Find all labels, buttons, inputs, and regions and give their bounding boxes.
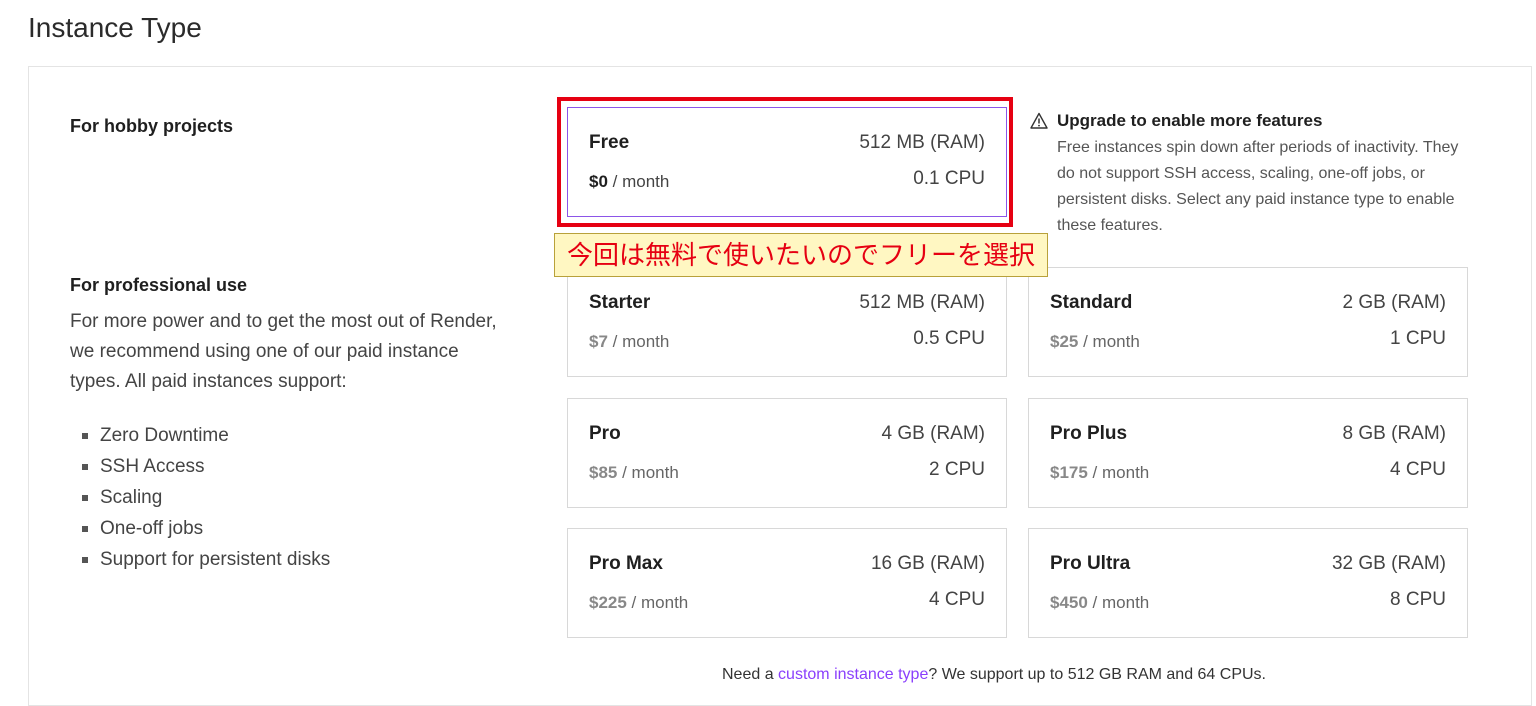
- instance-price: $85 / month: [589, 463, 679, 483]
- instance-cpu: 4 CPU: [929, 589, 985, 610]
- instance-name: Pro: [589, 423, 621, 444]
- instance-price: $225 / month: [589, 593, 688, 613]
- instance-price: $7 / month: [589, 332, 669, 352]
- instance-ram: 4 GB (RAM): [881, 423, 985, 444]
- instance-ram: 32 GB (RAM): [1331, 553, 1446, 574]
- instance-cpu: 8 CPU: [1390, 589, 1446, 610]
- price-amount: $175: [1050, 463, 1088, 482]
- warning-triangle-icon: [1030, 112, 1048, 129]
- instance-ram: 512 MB (RAM): [859, 292, 985, 313]
- instance-card-pro-max[interactable]: Pro Max 16 GB (RAM) $225 / month 4 CPU: [567, 528, 1007, 638]
- instance-name: Standard: [1050, 292, 1133, 313]
- hobby-section-title: For hobby projects: [70, 116, 234, 136]
- instance-name: Starter: [589, 292, 651, 313]
- price-period: / month: [607, 332, 670, 351]
- instance-name: Pro Plus: [1050, 423, 1128, 444]
- feature-item: Support for persistent disks: [82, 544, 330, 575]
- instance-card-pro-ultra[interactable]: Pro Ultra 32 GB (RAM) $450 / month 8 CPU: [1028, 528, 1468, 638]
- price-period: / month: [1087, 593, 1150, 612]
- instance-name: Pro Ultra: [1050, 553, 1131, 574]
- footer-prefix: Need a: [722, 666, 779, 683]
- instance-card-starter[interactable]: Starter 512 MB (RAM) $7 / month 0.5 CPU: [567, 267, 1007, 377]
- instance-ram: 2 GB (RAM): [1342, 292, 1446, 313]
- custom-instance-note: Need a custom instance type? We support …: [722, 666, 1266, 684]
- instance-card-pro[interactable]: Pro 4 GB (RAM) $85 / month 2 CPU: [567, 398, 1007, 508]
- price-period: / month: [617, 463, 679, 482]
- instance-name: Pro Max: [589, 553, 663, 574]
- warning-title: Upgrade to enable more features: [1057, 111, 1323, 130]
- price-period: / month: [1087, 463, 1150, 482]
- price-period: / month: [626, 593, 689, 612]
- price-amount: $25: [1050, 332, 1079, 351]
- instance-ram: 8 GB (RAM): [1342, 423, 1446, 444]
- instance-price: $450 / month: [1050, 593, 1149, 613]
- instance-cpu: 2 CPU: [929, 459, 985, 480]
- feature-list: Zero Downtime SSH Access Scaling One-off…: [82, 420, 330, 575]
- instance-price: $25 / month: [1050, 332, 1140, 352]
- warning-body: Free instances spin down after periods o…: [1057, 139, 1459, 234]
- free-highlight-box: [557, 97, 1013, 227]
- professional-description: For more power and to get the most out o…: [70, 311, 497, 392]
- price-period: / month: [1078, 332, 1140, 351]
- page-title: Instance Type: [28, 12, 202, 43]
- price-amount: $85: [589, 463, 618, 482]
- instance-cpu: 1 CPU: [1390, 328, 1446, 349]
- price-amount: $225: [589, 593, 627, 612]
- instance-card-standard[interactable]: Standard 2 GB (RAM) $25 / month 1 CPU: [1028, 267, 1468, 377]
- price-amount: $450: [1050, 593, 1088, 612]
- annotation-callout: 今回は無料で使いたいのでフリーを選択: [554, 233, 1049, 277]
- instance-price: $175 / month: [1050, 463, 1149, 483]
- feature-item: One-off jobs: [82, 513, 330, 544]
- instance-ram: 16 GB (RAM): [870, 553, 985, 574]
- feature-item: Scaling: [82, 482, 330, 513]
- feature-item: SSH Access: [82, 451, 330, 482]
- instance-cpu: 0.5 CPU: [913, 328, 985, 349]
- instance-card-pro-plus[interactable]: Pro Plus 8 GB (RAM) $175 / month 4 CPU: [1028, 398, 1468, 508]
- footer-suffix: ? We support up to 512 GB RAM and 64 CPU…: [928, 666, 1266, 683]
- feature-item: Zero Downtime: [82, 420, 330, 451]
- professional-section-title: For professional use: [70, 275, 248, 295]
- price-amount: $7: [589, 332, 608, 351]
- instance-cpu: 4 CPU: [1390, 459, 1446, 480]
- custom-instance-type-link[interactable]: custom instance type: [778, 666, 928, 683]
